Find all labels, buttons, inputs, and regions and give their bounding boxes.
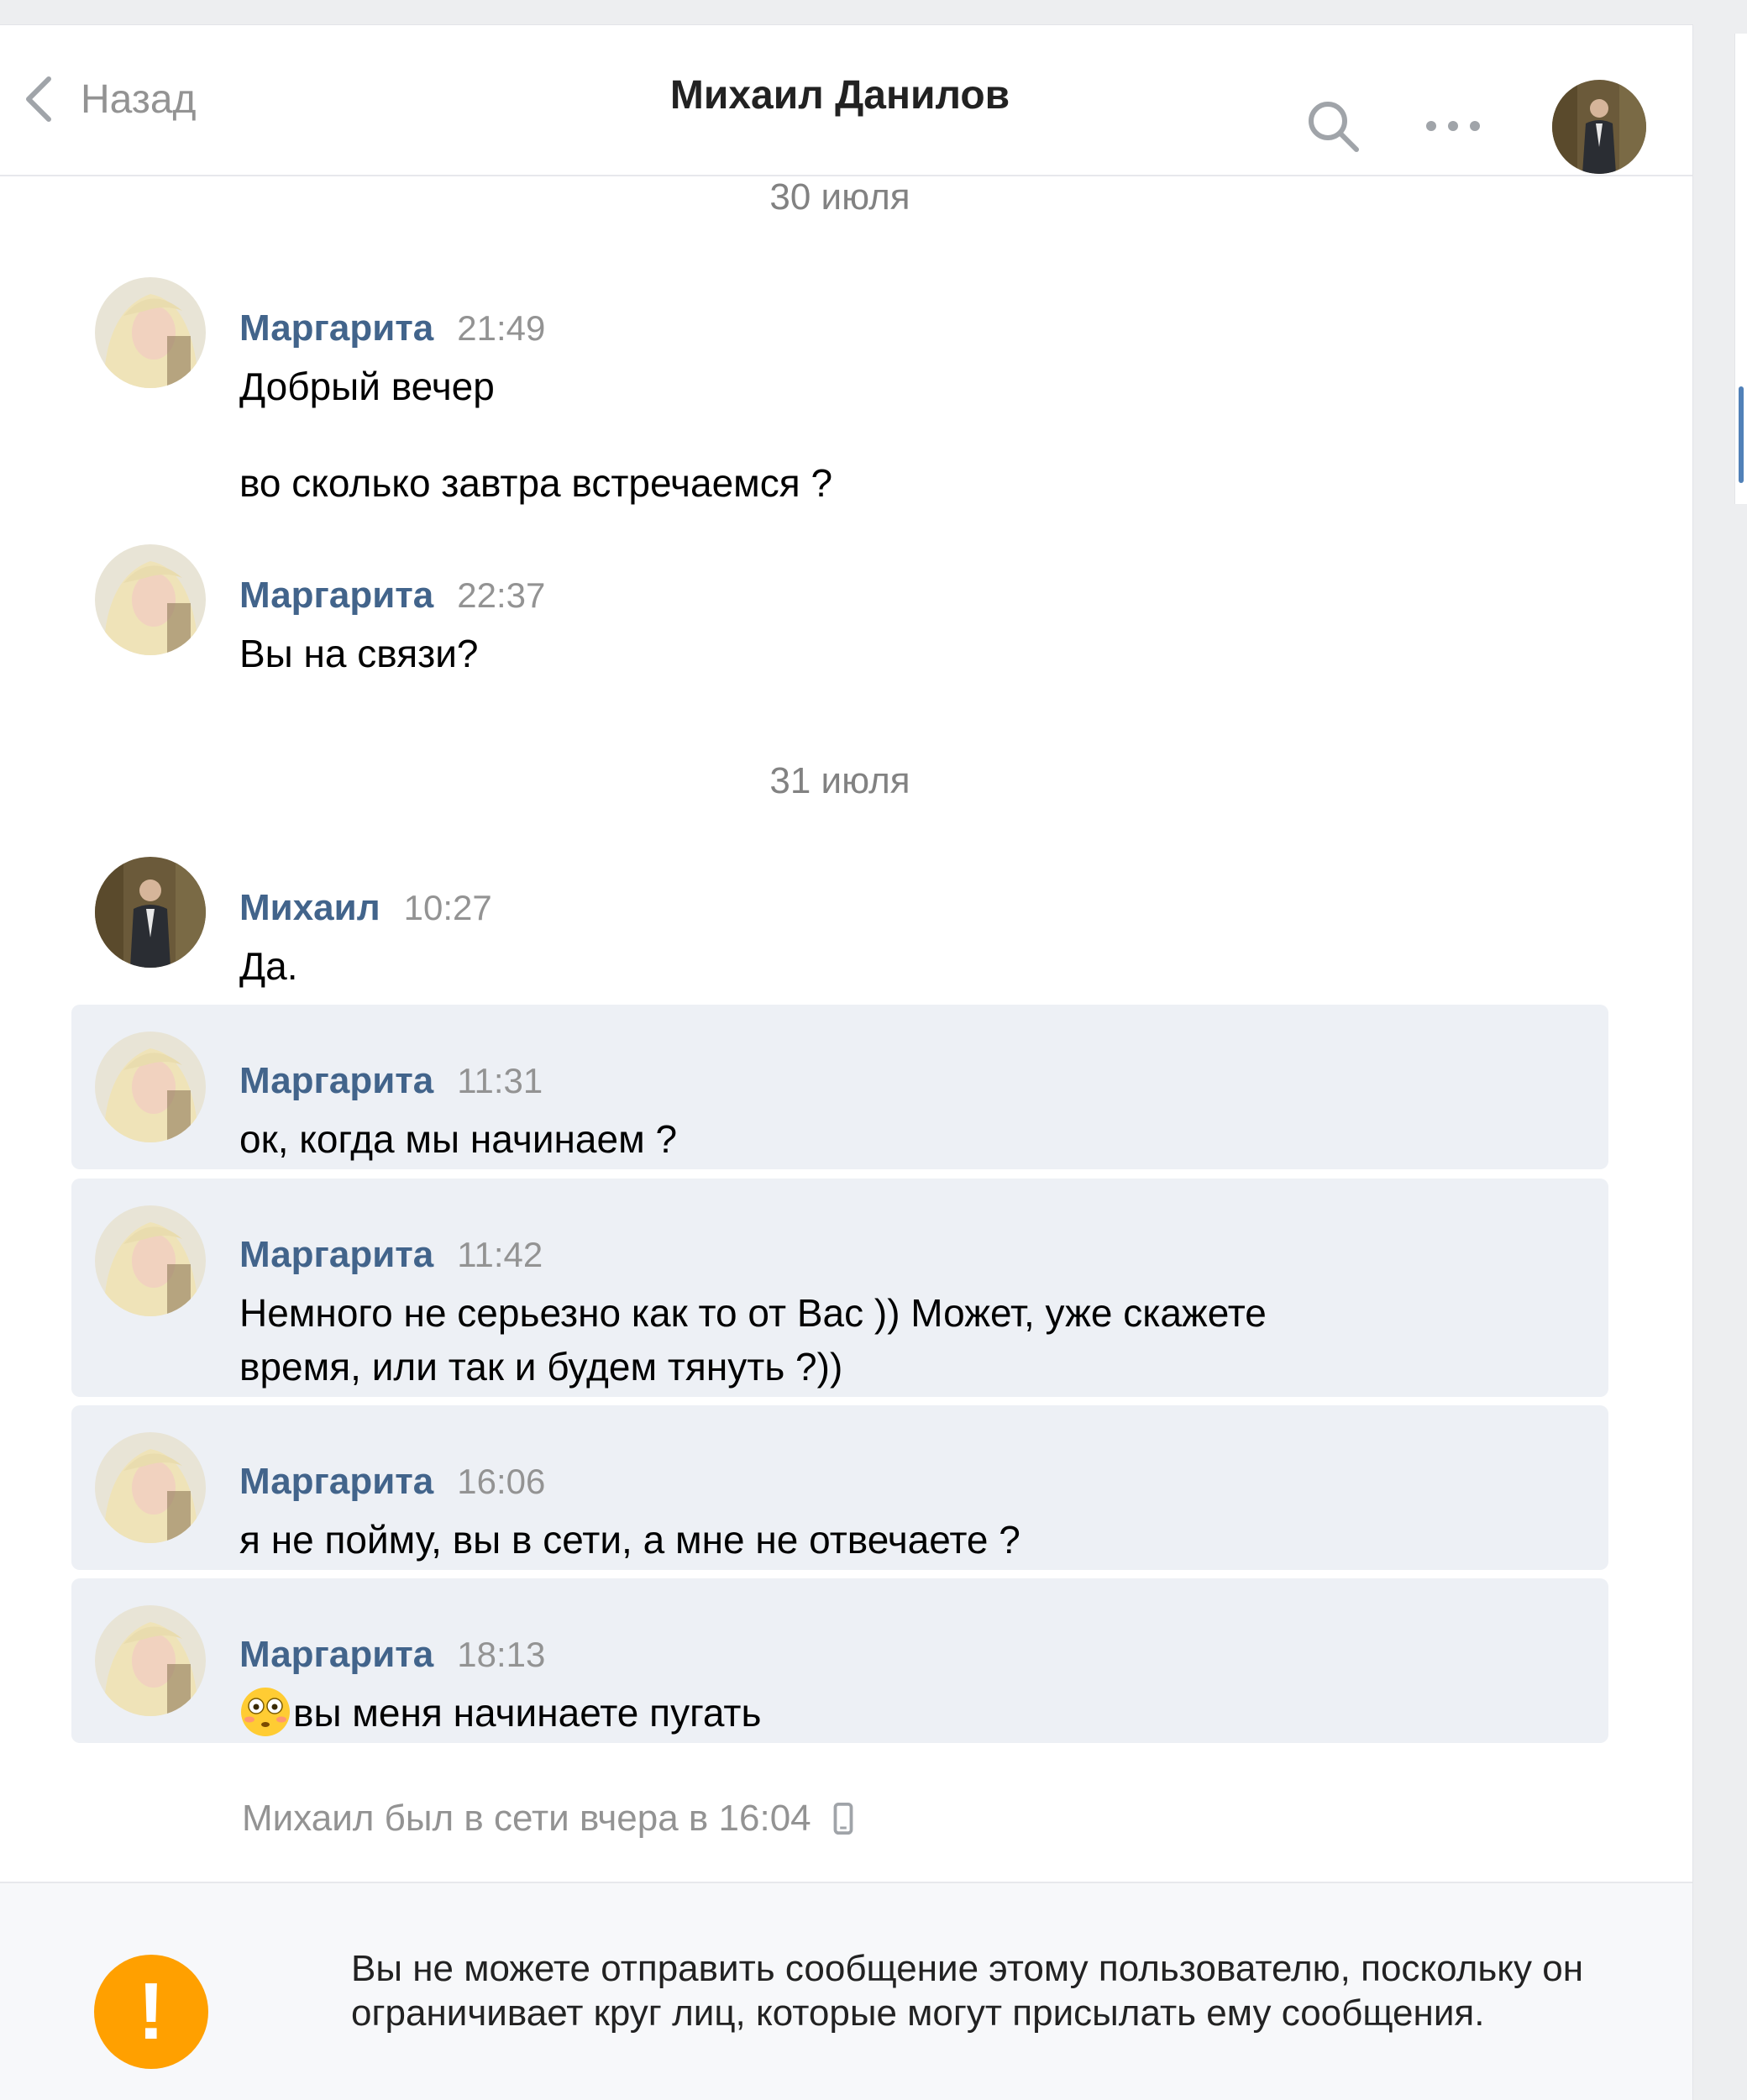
warning-icon: ! [94, 1955, 208, 2069]
message-unread[interactable]: Маргарита 18:13 вы меня начинаете пугать [71, 1578, 1608, 1743]
more-icon[interactable] [1419, 109, 1487, 143]
avatar[interactable] [95, 1432, 206, 1543]
message-text: я не пойму, вы в сети, а мне не отвечает… [239, 1518, 1020, 1562]
message-text: время, или так и будем тянуть ?)) [239, 1345, 843, 1389]
avatar-woman-photo [95, 1432, 206, 1543]
message[interactable]: Маргарита 22:37 Вы на связи? [71, 544, 1608, 675]
message-unread[interactable]: Маргарита 11:31 ок, когда мы начинаем ? [71, 1005, 1608, 1169]
message-time[interactable]: 10:27 [404, 888, 492, 928]
message-unread[interactable]: Маргарита 11:42 Немного не серьезно как … [71, 1179, 1608, 1397]
message-unread[interactable]: Маргарита 16:06 я не пойму, вы в сети, а… [71, 1405, 1608, 1570]
mobile-phone-icon [833, 1803, 853, 1835]
side-scroll-indicator[interactable] [1739, 386, 1744, 483]
avatar[interactable] [95, 1032, 206, 1142]
message-text: во сколько завтра встречаемся ? [239, 461, 833, 505]
message-text-content: вы меня начинаете пугать [293, 1691, 762, 1735]
flushed-face-emoji-icon [241, 1688, 290, 1736]
chat-panel: Назад Михаил Данилов 30 июля Маргарита 2… [0, 25, 1692, 2100]
message-author[interactable]: Маргарита [239, 1461, 433, 1503]
avatar-woman-photo [95, 1032, 206, 1142]
message-time[interactable]: 11:42 [457, 1235, 543, 1275]
avatar[interactable] [95, 544, 206, 655]
last-seen-status: Михаил был в сети вчера в 16:04 [242, 1798, 853, 1840]
side-scroll-rail [1734, 34, 1747, 504]
message-author[interactable]: Михаил [239, 887, 380, 929]
message-time[interactable]: 21:49 [457, 308, 545, 349]
search-icon[interactable] [1306, 99, 1360, 153]
avatar[interactable] [95, 857, 206, 968]
message-text: вы меня начинаете пугать [239, 1686, 1566, 1740]
chat-header: Назад Михаил Данилов [0, 25, 1692, 176]
message-text: Да. [239, 944, 298, 988]
warning-text: Вы не можете отправить сообщение этому п… [351, 1948, 1583, 2034]
avatar[interactable] [95, 1205, 206, 1316]
message[interactable]: Михаил 10:27 Да. [71, 857, 1608, 995]
cannot-send-notice: ! Вы не можете отправить сообщение этому… [0, 1882, 1692, 2100]
message-text: ок, когда мы начинаем ? [239, 1117, 678, 1161]
avatar-woman-photo [95, 1205, 206, 1316]
message[interactable]: Маргарита 21:49 Добрый вечер во сколько … [71, 277, 1608, 512]
message-time[interactable]: 18:13 [457, 1635, 545, 1675]
avatar-woman-photo [95, 277, 206, 388]
message-text: Добрый вечер [239, 365, 495, 408]
contact-avatar[interactable] [1552, 80, 1646, 174]
message-author[interactable]: Маргарита [239, 1234, 433, 1276]
avatar-man-photo [95, 857, 206, 968]
message-author[interactable]: Маргарита [239, 307, 433, 349]
message-text: Вы на связи? [239, 632, 479, 675]
avatar-woman-photo [95, 1605, 206, 1716]
message-author[interactable]: Маргарита [239, 575, 433, 617]
last-seen-text: Михаил был в сети вчера в 16:04 [242, 1798, 811, 1839]
message-time[interactable]: 22:37 [457, 575, 545, 616]
date-separator: 30 июля [769, 176, 910, 218]
date-separator: 31 июля [769, 760, 910, 801]
message-time[interactable]: 16:06 [457, 1462, 545, 1502]
message-author[interactable]: Маргарита [239, 1060, 433, 1102]
avatar-woman-photo [95, 544, 206, 655]
message-author[interactable]: Маргарита [239, 1634, 433, 1676]
message-text: Немного не серьезно как то от Вас )) Мож… [239, 1291, 1267, 1335]
avatar-man-photo [1552, 80, 1646, 174]
avatar[interactable] [95, 1605, 206, 1716]
message-time[interactable]: 11:31 [457, 1061, 543, 1101]
avatar[interactable] [95, 277, 206, 388]
